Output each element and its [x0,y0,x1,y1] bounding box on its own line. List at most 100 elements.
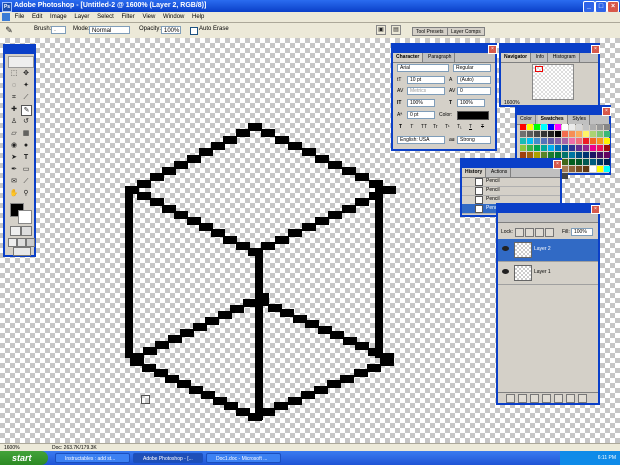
path-selection-tool-icon[interactable]: ➤ [9,153,19,163]
hand-tool-icon[interactable]: ✋ [9,189,19,199]
history-panel-close-button[interactable]: × [553,160,562,169]
color-swatch[interactable] [562,152,568,158]
color-swatch[interactable] [583,145,589,151]
color-swatch[interactable] [555,145,561,151]
font-family-select[interactable]: Arial [397,64,449,72]
standard-mode-icon[interactable] [10,226,21,236]
color-swatch[interactable] [541,145,547,151]
notes-tool-icon[interactable]: ✉ [9,177,19,187]
marquee-tool-icon[interactable]: ⬚ [9,69,19,79]
color-swatch[interactable] [520,145,526,151]
color-swatch[interactable] [590,159,596,165]
text-color-swatch[interactable] [457,111,489,120]
small-caps-button[interactable]: Tr [433,124,438,130]
color-swatch[interactable] [597,152,603,158]
color-swatch[interactable] [555,138,561,144]
adjustment-layer-icon[interactable] [554,394,563,403]
color-swatch[interactable] [604,138,610,144]
underline-button[interactable]: T [469,124,472,130]
font-style-select[interactable]: Regular [453,64,491,72]
color-swatch[interactable] [576,166,582,172]
color-swatch[interactable] [527,138,533,144]
file-browser-icon[interactable]: ▣ [376,25,386,35]
vertical-scale-field[interactable]: 100% [407,99,435,107]
color-swatch[interactable] [597,131,603,137]
tab-swatches[interactable]: Swatches [537,115,568,124]
color-swatch[interactable] [562,166,568,172]
layer-row-layer-1[interactable]: Layer 1 [498,262,598,285]
color-swatch[interactable] [590,131,596,137]
strikethrough-button[interactable]: T [481,124,484,130]
magic-wand-tool-icon[interactable]: ✦ [21,81,31,91]
color-swatch[interactable] [569,166,575,172]
navigator-panel-close-button[interactable]: × [591,45,600,54]
color-swatch[interactable] [534,145,540,151]
auto-erase-checkbox[interactable] [190,27,198,35]
color-swatch[interactable] [604,131,610,137]
color-swatch[interactable] [583,166,589,172]
color-swatch[interactable] [604,166,610,172]
menu-layer[interactable]: Layer [74,12,89,22]
color-swatch[interactable] [569,145,575,151]
healing-brush-tool-icon[interactable]: ✚ [9,105,19,115]
jump-to-imageready-icon[interactable] [13,247,31,256]
color-swatch[interactable] [562,138,568,144]
pencil-tool-preset-icon[interactable]: ✎ [4,25,14,35]
color-swatch[interactable] [527,145,533,151]
eye-visibility-icon[interactable] [502,246,509,251]
color-swatch[interactable] [548,145,554,151]
color-swatch[interactable] [597,138,603,144]
color-swatch[interactable] [534,124,540,130]
color-swatch[interactable] [541,124,547,130]
document-icon[interactable] [2,13,10,21]
color-swatch[interactable] [576,152,582,158]
gradient-tool-icon[interactable]: ▦ [21,129,31,139]
layer-row-layer-2[interactable]: Layer 2 [498,239,598,262]
move-tool-icon[interactable]: ✥ [21,69,31,79]
tab-actions[interactable]: Actions [488,168,512,177]
screen-mode-menu-icon[interactable] [17,238,26,247]
subscript-button[interactable]: T₁ [457,124,462,130]
color-swatch[interactable] [562,173,568,179]
tab-layer-comps[interactable]: Layer Comps [447,27,485,36]
language-select[interactable]: English: USA [397,136,445,144]
link-layers-icon[interactable] [506,394,515,403]
color-swatch[interactable] [576,159,582,165]
tab-tool-presets[interactable]: Tool Presets [412,27,448,36]
color-swatch[interactable] [583,131,589,137]
color-swatch[interactable] [541,138,547,144]
color-swatch[interactable] [555,124,561,130]
color-swatch[interactable] [569,138,575,144]
color-swatch[interactable] [541,131,547,137]
brush-picker[interactable]: · [51,26,66,34]
new-set-icon[interactable] [542,394,551,403]
color-swatch[interactable] [604,145,610,151]
window-title-bar[interactable]: Ps Adobe Photoshop - [Untitled-2 @ 1600%… [0,0,620,13]
lasso-tool-icon[interactable]: ◌ [9,81,19,91]
color-swatch[interactable] [527,124,533,130]
tab-character[interactable]: Character [393,53,424,62]
color-swatch[interactable] [548,131,554,137]
menu-file[interactable]: File [15,12,25,22]
color-swatch[interactable] [576,145,582,151]
color-swatch[interactable] [597,159,603,165]
tab-paragraph[interactable]: Paragraph [425,53,456,62]
tab-info[interactable]: Info [533,53,549,62]
color-swatch[interactable] [569,124,575,130]
color-swatch[interactable] [583,152,589,158]
color-swatch[interactable] [604,152,610,158]
start-button[interactable]: start [0,451,48,465]
color-swatch[interactable] [590,152,596,158]
tracking-field[interactable]: 0 [457,87,491,95]
zoom-tool-icon[interactable]: ⚲ [21,189,31,199]
color-swatch[interactable] [562,124,568,130]
faux-italic-button[interactable]: T [410,124,413,130]
font-size-field[interactable]: 10 pt [407,76,445,84]
tab-navigator[interactable]: Navigator [501,53,532,62]
color-swatch[interactable] [548,138,554,144]
color-swatch[interactable] [590,145,596,151]
color-swatch[interactable] [576,131,582,137]
baseline-shift-field[interactable]: 0 pt [407,111,435,119]
dodge-tool-icon[interactable]: ● [21,141,31,151]
lock-image-icon[interactable] [525,228,534,237]
